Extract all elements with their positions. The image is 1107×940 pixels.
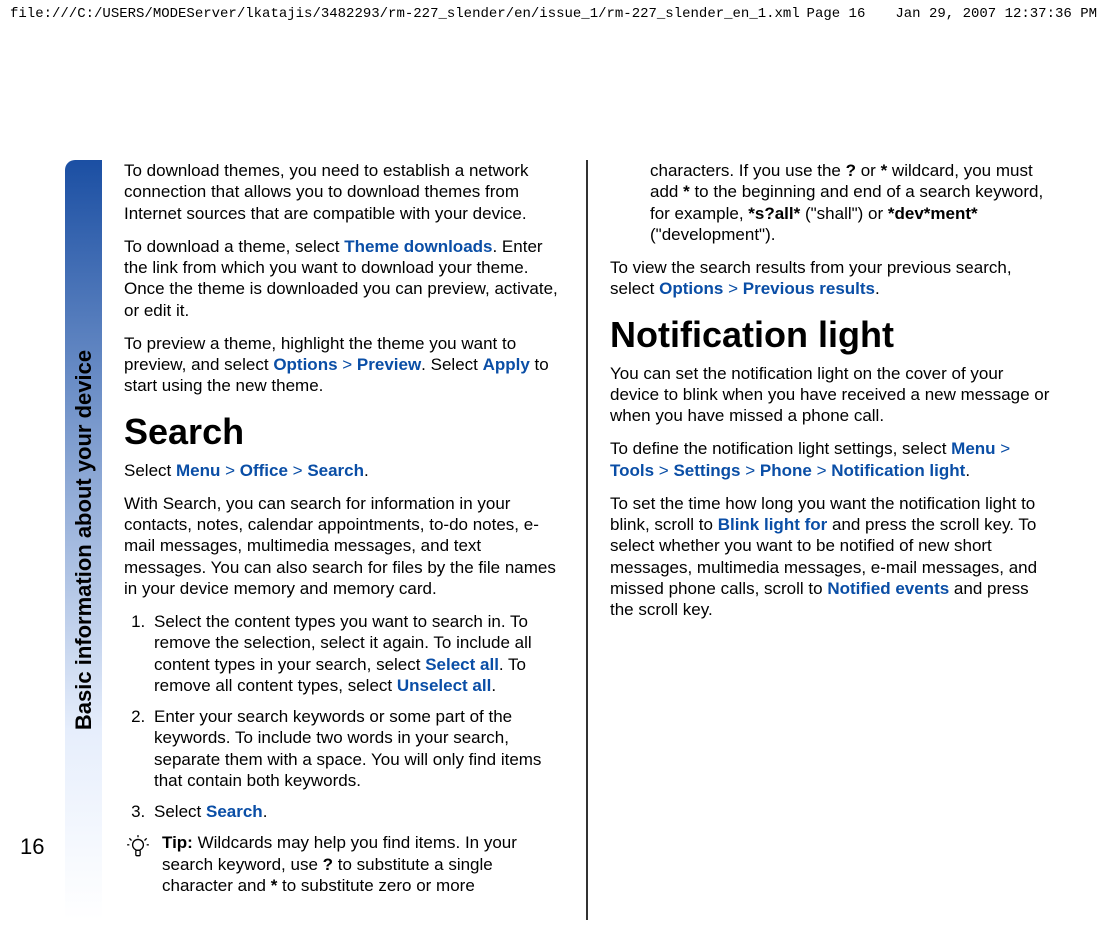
file-path: file:///C:/USERS/MODEServer/lkatajis/348… xyxy=(10,6,800,24)
breadcrumb-separator: > xyxy=(741,461,760,480)
paragraph: To set the time how long you want the no… xyxy=(610,493,1050,621)
paragraph: To download themes, you need to establis… xyxy=(124,160,564,224)
menu-path-link: Menu xyxy=(176,461,220,480)
text: . xyxy=(364,461,369,480)
section-title: Basic information about your device xyxy=(71,350,97,730)
menu-path-link: Blink light for xyxy=(718,515,828,534)
list-item: Enter your search keywords or some part … xyxy=(150,706,564,791)
menu-path-link: Theme downloads xyxy=(344,237,492,256)
text: to substitute zero or more xyxy=(277,876,474,895)
print-datetime: Jan 29, 2007 12:37:36 PM xyxy=(895,6,1097,24)
example-text: *dev*ment* xyxy=(888,204,978,223)
paragraph: To view the search results from your pre… xyxy=(610,257,1050,300)
menu-path-link: Tools xyxy=(610,461,654,480)
page-number: 16 xyxy=(20,834,44,860)
column-right: characters. If you use the ? or * wildca… xyxy=(610,160,1050,920)
tip-text: Tip: Wildcards may help you find items. … xyxy=(162,832,564,896)
breadcrumb-separator: > xyxy=(338,355,357,374)
breadcrumb-separator: > xyxy=(996,439,1011,458)
menu-path-link: Select all xyxy=(425,655,499,674)
example-text: *s?all* xyxy=(748,204,800,223)
paragraph: You can set the notification light on th… xyxy=(610,363,1050,427)
menu-path-link: Preview xyxy=(357,355,421,374)
menu-path-link: Search xyxy=(206,802,263,821)
menu-path-link: Options xyxy=(659,279,723,298)
paragraph: To download a theme, select Theme downlo… xyxy=(124,236,564,321)
print-header: file:///C:/USERS/MODEServer/lkatajis/348… xyxy=(0,0,1107,30)
text: . xyxy=(875,279,880,298)
heading-notification-light: Notification light xyxy=(610,312,1050,357)
menu-path-link: Notification light xyxy=(831,461,965,480)
header-right: Page 16 Jan 29, 2007 12:37:36 PM xyxy=(807,6,1097,24)
heading-search: Search xyxy=(124,409,564,454)
column-left: To download themes, you need to establis… xyxy=(124,160,564,920)
tip-icon xyxy=(124,832,152,896)
text: . xyxy=(491,676,496,695)
menu-path-link: Search xyxy=(307,461,364,480)
menu-path-link: Office xyxy=(240,461,288,480)
menu-path-link: Phone xyxy=(760,461,812,480)
tip-label: Tip: xyxy=(162,833,198,852)
text: Select xyxy=(154,802,206,821)
menu-path-link: Options xyxy=(273,355,337,374)
steps-list: Select the content types you want to sea… xyxy=(124,611,564,822)
page-indicator: Page 16 xyxy=(807,6,866,24)
text: ("development"). xyxy=(650,225,775,244)
text: characters. If you use the xyxy=(650,161,846,180)
sidebar: Basic information about your device 16 xyxy=(65,160,102,920)
text: ("shall") or xyxy=(800,204,888,223)
wildcard-char: ? xyxy=(323,855,333,874)
tip-continuation: characters. If you use the ? or * wildca… xyxy=(610,160,1050,245)
text: . xyxy=(263,802,268,821)
list-item: Select Search. xyxy=(150,801,564,822)
breadcrumb-separator: > xyxy=(288,461,307,480)
paragraph: To define the notification light setting… xyxy=(610,438,1050,481)
menu-path-link: Notified events xyxy=(827,579,949,598)
paragraph: To preview a theme, highlight the theme … xyxy=(124,333,564,397)
text: To download a theme, select xyxy=(124,237,344,256)
menu-path-link: Previous results xyxy=(743,279,875,298)
breadcrumb-separator: > xyxy=(220,461,239,480)
breadcrumb-separator: > xyxy=(812,461,831,480)
text: . Select xyxy=(421,355,482,374)
paragraph: With Search, you can search for informat… xyxy=(124,493,564,599)
paragraph: Select Menu > Office > Search. xyxy=(124,460,564,481)
menu-path-link: Unselect all xyxy=(397,676,492,695)
page-body: Basic information about your device 16 T… xyxy=(65,160,1050,920)
text: Select xyxy=(124,461,176,480)
tip-block: Tip: Wildcards may help you find items. … xyxy=(124,832,564,896)
column-divider xyxy=(586,160,588,920)
menu-path-link: Menu xyxy=(951,439,995,458)
menu-path-link: Apply xyxy=(483,355,530,374)
breadcrumb-separator: > xyxy=(723,279,742,298)
content-columns: To download themes, you need to establis… xyxy=(102,160,1050,920)
list-item: Select the content types you want to sea… xyxy=(150,611,564,696)
text: . xyxy=(965,461,970,480)
text: To define the notification light setting… xyxy=(610,439,951,458)
breadcrumb-separator: > xyxy=(654,461,673,480)
wildcard-char: ? xyxy=(846,161,856,180)
menu-path-link: Settings xyxy=(673,461,740,480)
text: or xyxy=(856,161,881,180)
wildcard-char: * xyxy=(683,182,690,201)
